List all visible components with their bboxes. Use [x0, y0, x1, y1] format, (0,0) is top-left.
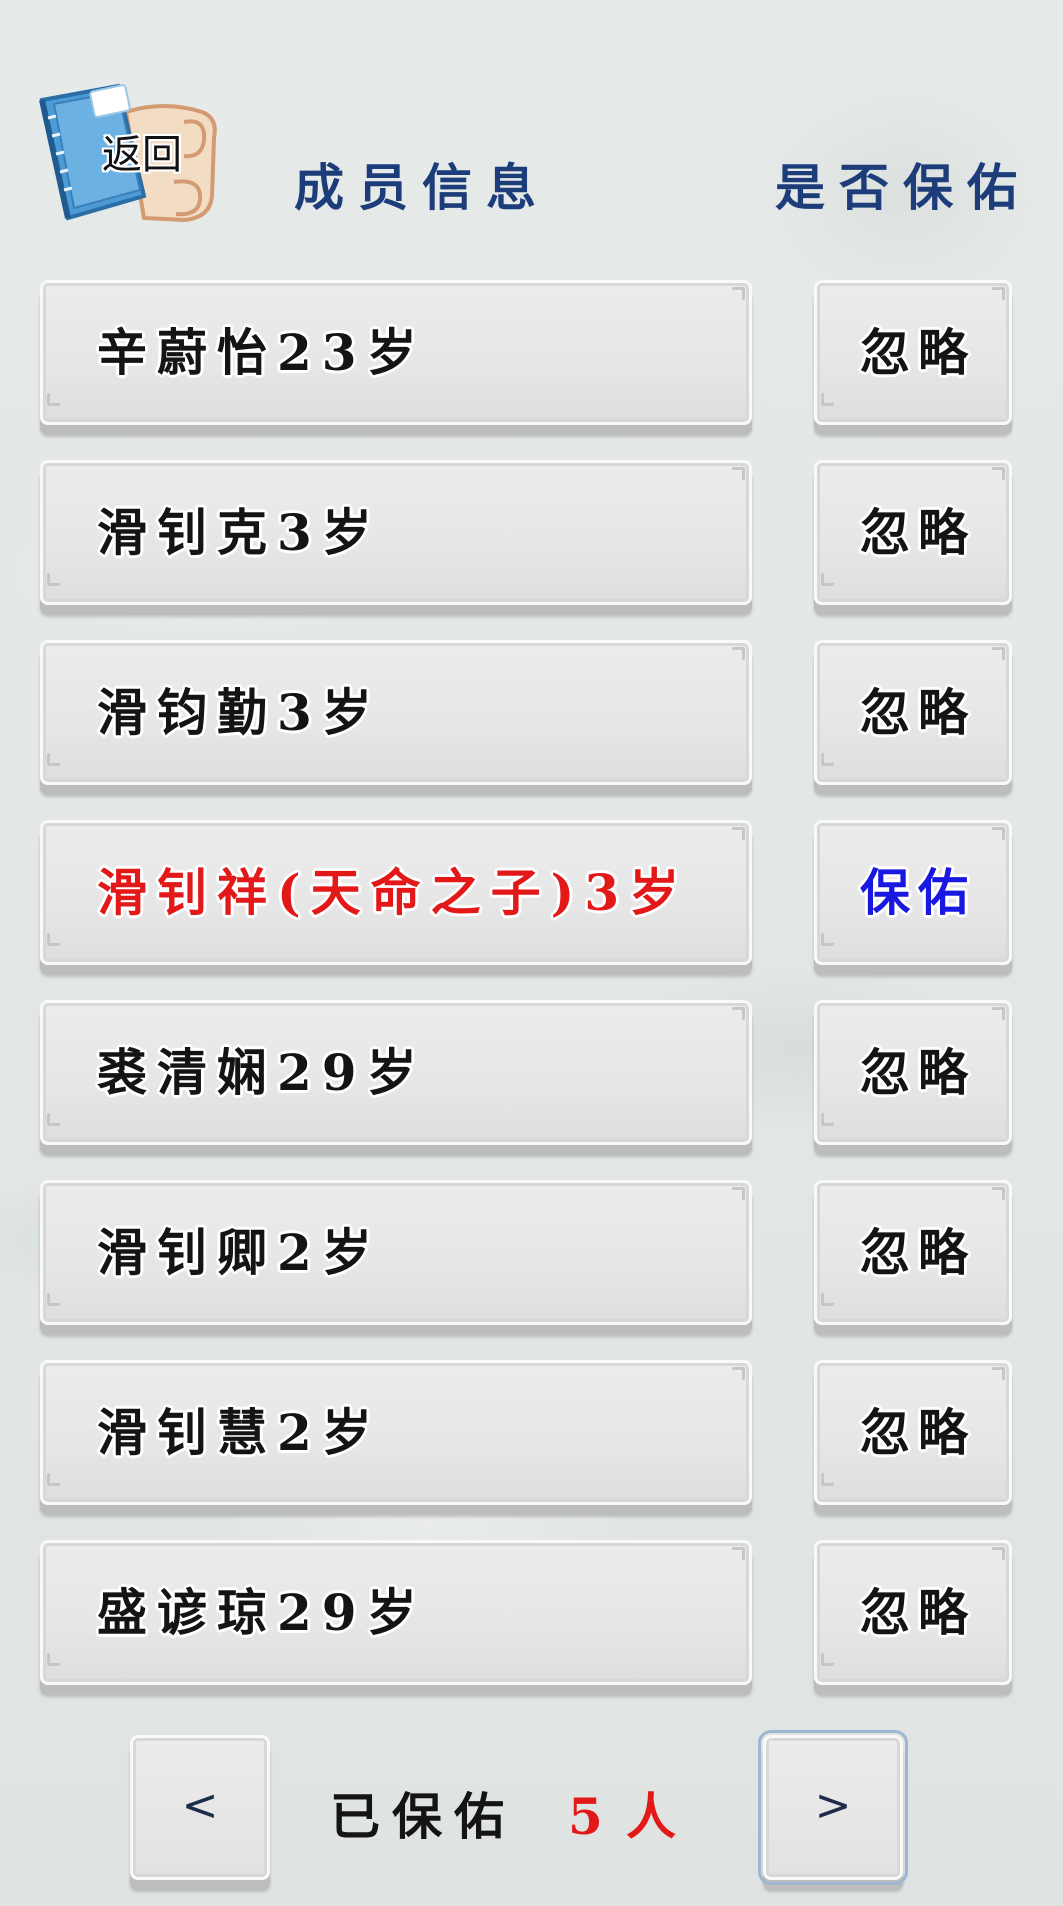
- blessed-count-unit: 人: [626, 1787, 676, 1846]
- member-row: 滑钊克3岁 忽略: [0, 460, 1063, 610]
- back-label: 返回: [102, 132, 182, 178]
- prev-page-button[interactable]: <: [130, 1735, 270, 1880]
- next-page-button[interactable]: >: [758, 1730, 908, 1885]
- bless-toggle-button[interactable]: 忽略: [814, 280, 1012, 425]
- member-label: 滑钊克3岁: [97, 503, 382, 562]
- member-row: 滑钊慧2岁 忽略: [0, 1360, 1063, 1510]
- member-row: 滑钊卿2岁 忽略: [0, 1180, 1063, 1330]
- member-info-card: 滑钊克3岁: [40, 460, 752, 605]
- member-row: 辛蔚怡23岁 忽略: [0, 280, 1063, 430]
- bless-toggle-button[interactable]: 忽略: [814, 640, 1012, 785]
- member-label: 辛蔚怡23岁: [97, 323, 427, 382]
- bless-toggle-label: 忽略: [860, 683, 976, 742]
- member-label: 裘清娴29岁: [97, 1043, 427, 1102]
- bless-toggle-button[interactable]: 忽略: [814, 1000, 1012, 1145]
- member-row: 滑钧勤3岁 忽略: [0, 640, 1063, 790]
- blessed-count-value: 5: [568, 1787, 609, 1846]
- bless-toggle-label: 忽略: [860, 1043, 976, 1102]
- bless-toggle-button[interactable]: 忽略: [814, 1540, 1012, 1685]
- chevron-left-icon: <: [181, 1780, 219, 1831]
- member-row: 滑钊祥(天命之子)3岁 保佑: [0, 820, 1063, 970]
- member-row: 盛谚琼29岁 忽略: [0, 1540, 1063, 1690]
- member-info-card: 滑钊慧2岁: [40, 1360, 752, 1505]
- bless-toggle-label: 忽略: [860, 1223, 976, 1282]
- back-button[interactable]: 返回: [34, 78, 226, 228]
- member-label: 滑钊祥(天命之子)3岁: [97, 863, 690, 922]
- bless-toggle-label: 忽略: [860, 323, 976, 382]
- member-info-card: 辛蔚怡23岁: [40, 280, 752, 425]
- bless-toggle-button[interactable]: 忽略: [814, 1360, 1012, 1505]
- bless-toggle-label: 忽略: [860, 503, 976, 562]
- member-info-card: 滑钧勤3岁: [40, 640, 752, 785]
- member-info-header: 成员信息: [294, 158, 550, 217]
- member-label: 滑钊慧2岁: [97, 1403, 382, 1462]
- member-label: 滑钧勤3岁: [97, 683, 382, 742]
- member-label: 盛谚琼29岁: [97, 1583, 427, 1642]
- member-row: 裘清娴29岁 忽略: [0, 1000, 1063, 1150]
- member-info-card: 滑钊卿2岁: [40, 1180, 752, 1325]
- bless-toggle-label: 忽略: [860, 1583, 976, 1642]
- member-label: 滑钊卿2岁: [97, 1223, 382, 1282]
- bless-toggle-button[interactable]: 忽略: [814, 460, 1012, 605]
- member-info-card: 盛谚琼29岁: [40, 1540, 752, 1685]
- member-info-card: 裘清娴29岁: [40, 1000, 752, 1145]
- bless-toggle-button[interactable]: 保佑: [814, 820, 1012, 965]
- bless-header: 是否保佑: [775, 158, 1031, 217]
- chevron-right-icon: >: [814, 1780, 852, 1831]
- bless-toggle-label: 保佑: [860, 863, 976, 922]
- member-info-card: 滑钊祥(天命之子)3岁: [40, 820, 752, 965]
- bless-toggle-button[interactable]: 忽略: [814, 1180, 1012, 1325]
- blessed-count-label: 已保佑: [330, 1787, 516, 1846]
- bless-toggle-label: 忽略: [860, 1403, 976, 1462]
